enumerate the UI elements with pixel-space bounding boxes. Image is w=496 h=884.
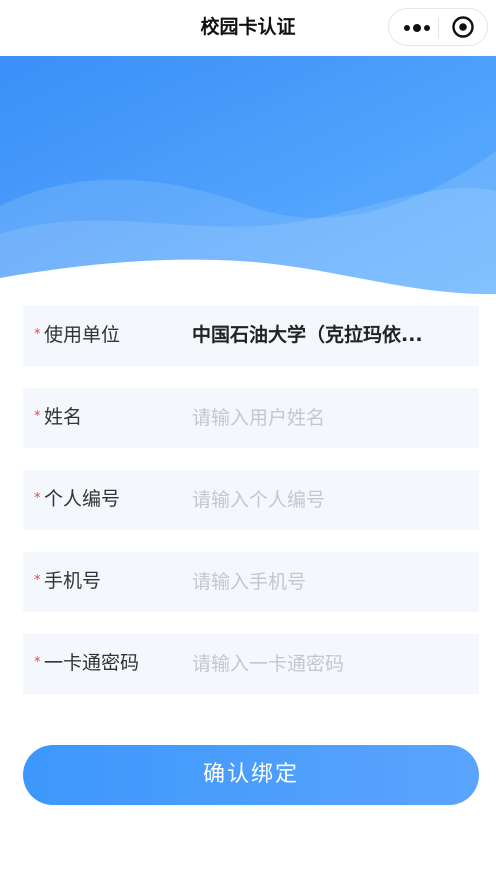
card-password-input[interactable] xyxy=(192,634,462,694)
field-phone: * 手机号 xyxy=(23,552,479,612)
organization-select[interactable]: 中国石油大学（克拉玛依... xyxy=(192,306,462,366)
mini-program-capsule xyxy=(388,8,488,46)
wave-banner-graphic xyxy=(0,56,496,296)
more-dots-icon[interactable] xyxy=(397,9,437,45)
field-label-phone: 手机号 xyxy=(44,570,102,592)
required-mark: * xyxy=(34,655,41,670)
confirm-bind-button[interactable]: 确认绑定 xyxy=(23,745,479,805)
name-input[interactable] xyxy=(192,388,462,448)
navigation-bar: 校园卡认证 xyxy=(0,0,496,56)
personal-id-input[interactable] xyxy=(192,470,462,530)
field-card-password: * 一卡通密码 xyxy=(23,634,479,694)
required-mark: * xyxy=(34,327,41,342)
field-name: * 姓名 xyxy=(23,388,479,448)
required-mark: * xyxy=(34,491,41,506)
phone-input[interactable] xyxy=(192,552,462,612)
close-circle-icon[interactable] xyxy=(451,15,475,39)
field-organization[interactable]: * 使用单位 中国石油大学（克拉玛依... xyxy=(23,306,479,366)
required-mark: * xyxy=(34,409,41,424)
field-label-name: 姓名 xyxy=(44,406,83,428)
campus-card-auth-page: 校园卡认证 * 使用单位 中国石油大学（克拉玛依... * 姓名 请输入用户姓名… xyxy=(0,0,496,884)
field-label-organization: 使用单位 xyxy=(44,324,121,346)
required-mark: * xyxy=(34,573,41,588)
header-banner xyxy=(0,56,496,296)
field-label-personal-id: 个人编号 xyxy=(44,488,121,510)
field-label-card-password: 一卡通密码 xyxy=(44,652,140,674)
capsule-divider xyxy=(438,18,439,38)
binding-form: * 使用单位 中国石油大学（克拉玛依... * 姓名 * 个人编号 * 手机号 … xyxy=(23,306,479,716)
field-personal-id: * 个人编号 xyxy=(23,470,479,530)
